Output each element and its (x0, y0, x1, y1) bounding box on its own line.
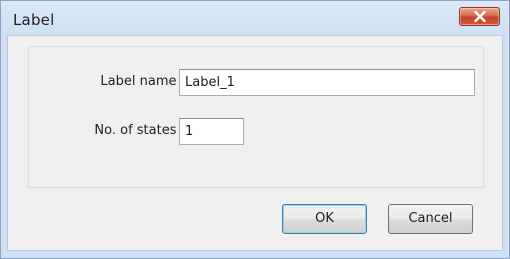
cancel-button[interactable]: Cancel (388, 204, 473, 234)
settings-group: Label name : No. of states : (28, 46, 484, 188)
dialog-title: Label (13, 11, 55, 29)
states-count-label: No. of states : (94, 123, 185, 138)
ok-button[interactable]: OK (282, 204, 367, 234)
label-name-label: Label name : (100, 74, 185, 89)
label-name-input[interactable] (179, 69, 475, 96)
dialog-body: Label name : No. of states : OK Cancel (7, 35, 503, 251)
close-button[interactable] (459, 7, 500, 26)
close-icon (474, 11, 486, 22)
states-count-input[interactable] (179, 118, 244, 145)
title-bar[interactable]: Label (1, 1, 509, 35)
label-dialog: Label Label name : No. of states : OK Ca… (0, 0, 510, 259)
